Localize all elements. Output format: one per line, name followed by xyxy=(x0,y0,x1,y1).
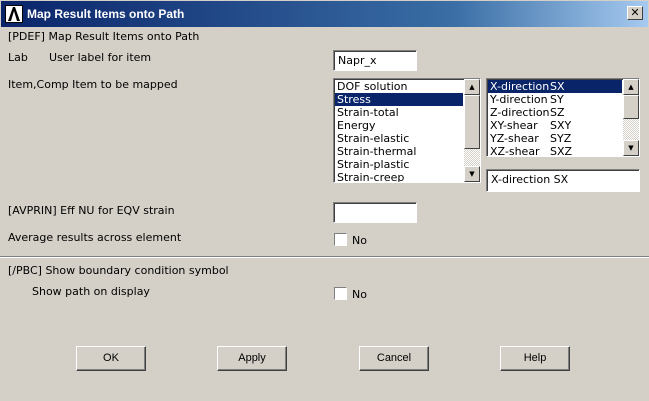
cancel-button[interactable]: Cancel xyxy=(359,346,429,371)
average-checkbox-label: No xyxy=(352,234,367,247)
help-button[interactable]: Help xyxy=(500,346,570,371)
show-path-label: Show path on display xyxy=(32,285,150,298)
close-icon[interactable]: ✕ xyxy=(627,6,643,20)
item-option[interactable]: Strain-plastic xyxy=(335,158,463,171)
item-option[interactable]: Strain-creep xyxy=(335,171,463,182)
dialog-header: [PDEF] Map Result Items onto Path xyxy=(8,30,200,43)
scroll-up-arrow-icon[interactable]: ▲ xyxy=(464,79,480,95)
component-name: X-direction xyxy=(490,80,550,93)
component-option[interactable]: Y-direction SY xyxy=(488,93,622,106)
show-path-checkbox[interactable] xyxy=(334,287,347,300)
component-name: YZ-shear xyxy=(490,132,539,145)
item-comp-label: Item,Comp Item to be mapped xyxy=(8,78,178,91)
component-list-scrollbar[interactable]: ▲ ▼ xyxy=(623,79,639,156)
average-label: Average results across element xyxy=(8,231,182,244)
component-code: SZ xyxy=(550,106,565,119)
component-name: Z-direction xyxy=(490,106,550,119)
item-option[interactable]: Strain-thermal xyxy=(335,145,463,158)
scroll-up-arrow-icon[interactable]: ▲ xyxy=(623,79,639,95)
scroll-thumb[interactable] xyxy=(464,95,480,149)
scroll-thumb[interactable] xyxy=(623,95,639,119)
ansys-logo-icon xyxy=(5,5,23,23)
component-option[interactable]: YZ-shear SYZ xyxy=(488,132,622,145)
avprin-input[interactable] xyxy=(333,202,417,223)
component-code: SXY xyxy=(550,119,572,132)
scroll-down-arrow-icon[interactable]: ▼ xyxy=(464,166,480,182)
ok-button[interactable]: OK xyxy=(76,346,146,371)
show-path-checkbox-label: No xyxy=(352,288,367,301)
component-option[interactable]: X-direction SX xyxy=(488,80,622,93)
apply-button[interactable]: Apply xyxy=(217,346,287,371)
item-option[interactable]: Stress xyxy=(335,93,463,106)
item-option[interactable]: DOF solution xyxy=(335,80,463,93)
selected-component-display: X-direction SX xyxy=(486,169,640,192)
component-option[interactable]: XZ-shear SXZ xyxy=(488,145,622,157)
pbc-label: [/PBC] Show boundary condition symbol xyxy=(8,264,229,277)
component-name: XZ-shear xyxy=(490,145,540,157)
separator-highlight xyxy=(0,257,649,258)
lab-key: Lab xyxy=(8,51,28,64)
average-checkbox[interactable] xyxy=(334,233,347,246)
component-code: SXZ xyxy=(550,145,573,157)
item-listbox[interactable]: DOF solution Stress Strain-total Energy Stra… xyxy=(333,78,481,183)
component-code: SY xyxy=(550,93,564,106)
avprin-label: [AVPRIN] Eff NU for EQV strain xyxy=(8,204,175,217)
label-input[interactable]: Napr_x xyxy=(333,50,417,71)
scroll-down-arrow-icon[interactable]: ▼ xyxy=(623,140,639,156)
lab-description: User label for item xyxy=(49,51,152,64)
component-option[interactable]: XY-shear SXY xyxy=(488,119,622,132)
item-list-scrollbar[interactable]: ▲ ▼ xyxy=(464,79,480,182)
window-title: Map Result Items onto Path xyxy=(27,7,185,21)
item-option[interactable]: Strain-total xyxy=(335,106,463,119)
component-name: Y-direction xyxy=(490,93,548,106)
title-bar[interactable]: Map Result Items onto Path ✕ xyxy=(0,0,649,28)
component-name: XY-shear xyxy=(490,119,538,132)
item-option[interactable]: Energy xyxy=(335,119,463,132)
component-code: SYZ xyxy=(550,132,572,145)
component-listbox[interactable]: X-direction SX Y-direction SY Z-direction SZ X… xyxy=(486,78,640,157)
component-option[interactable]: Z-direction SZ xyxy=(488,106,622,119)
component-code: SX xyxy=(550,80,565,93)
item-option[interactable]: Strain-elastic xyxy=(335,132,463,145)
